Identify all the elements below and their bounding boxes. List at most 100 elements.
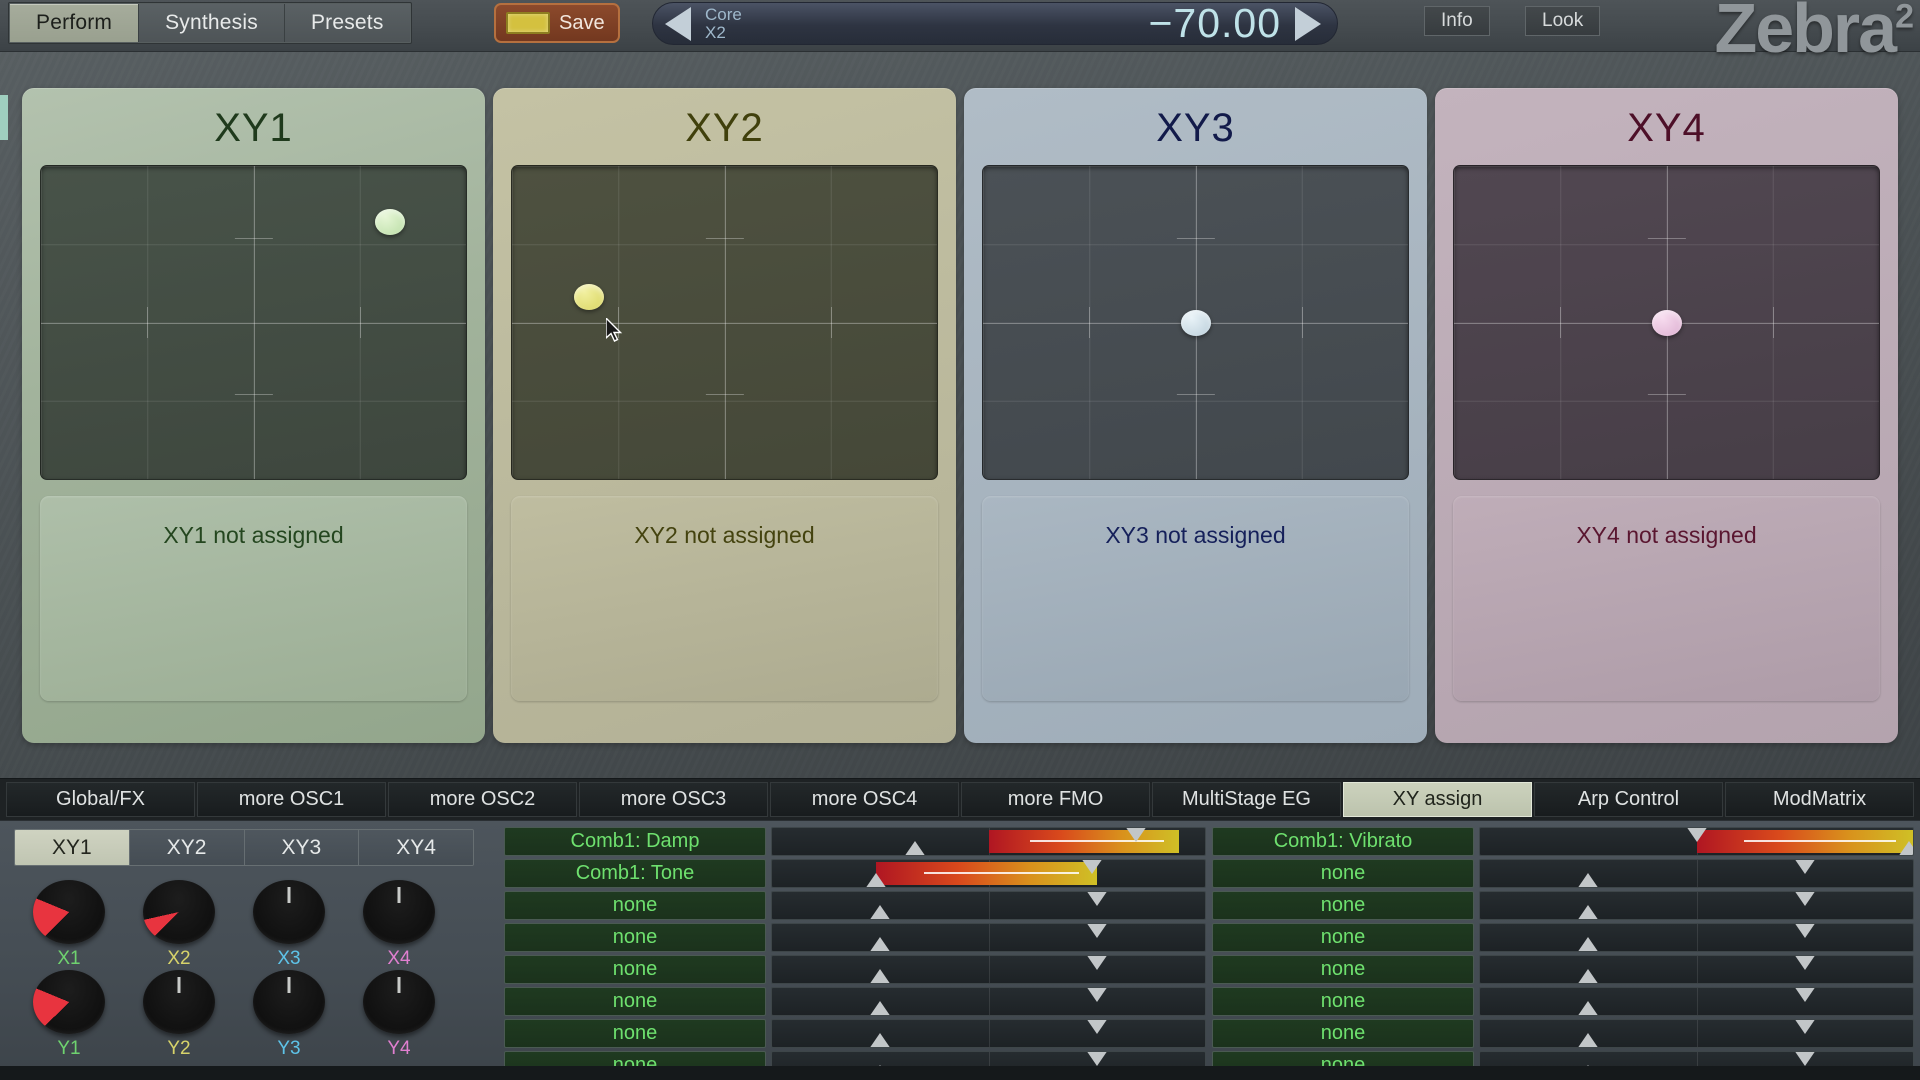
- xy-ball-handle[interactable]: [1651, 309, 1682, 336]
- sub-tab-more-osc4[interactable]: more OSC4: [770, 782, 959, 817]
- knob-x4[interactable]: [363, 880, 435, 944]
- xy-pad-3[interactable]: [982, 165, 1409, 480]
- knob-y1[interactable]: [33, 970, 105, 1034]
- knob-x2[interactable]: [143, 880, 215, 944]
- mod-max-handle[interactable]: [1085, 924, 1108, 938]
- xy-ball-handle[interactable]: [1180, 309, 1211, 336]
- mod-max-handle[interactable]: [1124, 828, 1147, 842]
- mod-target-select[interactable]: none: [1212, 891, 1474, 920]
- mod-max-handle[interactable]: [1685, 828, 1708, 842]
- mod-range-slider[interactable]: [771, 1019, 1206, 1048]
- xy-assign-display[interactable]: XY1 not assigned: [40, 496, 467, 701]
- mod-range-slider[interactable]: [771, 987, 1206, 1016]
- mod-target-select[interactable]: none: [1212, 987, 1474, 1016]
- mod-target-select[interactable]: none: [504, 923, 766, 952]
- mod-target-select[interactable]: none: [504, 1019, 766, 1048]
- xy-pad-1[interactable]: [40, 165, 467, 480]
- xy-selector-xy1[interactable]: XY1: [15, 830, 130, 865]
- mod-min-handle[interactable]: [1897, 841, 1913, 855]
- main-tab-perform[interactable]: Perform: [10, 4, 140, 42]
- mod-range-slider[interactable]: [1479, 923, 1914, 952]
- mod-max-handle[interactable]: [1793, 1020, 1816, 1034]
- mod-target-select[interactable]: none: [504, 891, 766, 920]
- sub-tab-more-osc2[interactable]: more OSC2: [388, 782, 577, 817]
- mod-max-handle[interactable]: [1793, 1052, 1816, 1066]
- main-tab-synthesis[interactable]: Synthesis: [139, 4, 285, 42]
- triangle-left-icon[interactable]: [665, 6, 691, 41]
- mod-range-slider[interactable]: [771, 955, 1206, 984]
- mod-max-handle[interactable]: [1793, 956, 1816, 970]
- sub-tab-multistage-eg[interactable]: MultiStage EG: [1152, 782, 1341, 817]
- mod-min-handle[interactable]: [864, 873, 887, 887]
- mod-range-slider[interactable]: [771, 891, 1206, 920]
- knob-y3[interactable]: [253, 970, 325, 1034]
- value-strip[interactable]: Core X2 −70.00: [652, 0, 1338, 46]
- xy-assign-display[interactable]: XY2 not assigned: [511, 496, 938, 701]
- mod-max-handle[interactable]: [1793, 892, 1816, 906]
- mod-range-slider[interactable]: [771, 859, 1206, 888]
- xy-pad-2[interactable]: [511, 165, 938, 480]
- mod-min-handle[interactable]: [1577, 937, 1600, 951]
- main-tab-presets[interactable]: Presets: [284, 4, 410, 42]
- mod-max-handle[interactable]: [1085, 1020, 1108, 1034]
- knob-x1[interactable]: [33, 880, 105, 944]
- knob-x3[interactable]: [253, 880, 325, 944]
- mod-target-select[interactable]: Comb1: Tone: [504, 859, 766, 888]
- xy-selector-xy3[interactable]: XY3: [244, 830, 360, 865]
- triangle-right-icon[interactable]: [1295, 6, 1321, 41]
- mod-min-handle[interactable]: [903, 841, 926, 855]
- info-button[interactable]: Info: [1424, 6, 1490, 36]
- mod-range-slider[interactable]: [1479, 859, 1914, 888]
- mod-min-handle[interactable]: [869, 905, 892, 919]
- mod-max-handle[interactable]: [1793, 924, 1816, 938]
- mod-min-handle[interactable]: [869, 1033, 892, 1047]
- save-button[interactable]: Save: [494, 3, 620, 43]
- xy-pad-4[interactable]: [1453, 165, 1880, 480]
- sub-tab-modmatrix[interactable]: ModMatrix: [1725, 782, 1914, 817]
- xy-assign-display[interactable]: XY4 not assigned: [1453, 496, 1880, 701]
- xy-assign-display[interactable]: XY3 not assigned: [982, 496, 1409, 701]
- look-button[interactable]: Look: [1525, 6, 1601, 36]
- mod-min-handle[interactable]: [1577, 1033, 1600, 1047]
- mod-target-select[interactable]: Comb1: Vibrato: [1212, 827, 1474, 856]
- mod-target-select[interactable]: none: [504, 987, 766, 1016]
- knob-y2[interactable]: [143, 970, 215, 1034]
- mod-max-handle[interactable]: [1793, 988, 1816, 1002]
- sub-tab-arp-control[interactable]: Arp Control: [1534, 782, 1723, 817]
- mod-max-handle[interactable]: [1085, 956, 1108, 970]
- mod-min-handle[interactable]: [1577, 905, 1600, 919]
- mod-target-select[interactable]: none: [1212, 955, 1474, 984]
- mod-max-handle[interactable]: [1085, 988, 1108, 1002]
- mod-min-handle[interactable]: [1577, 1001, 1600, 1015]
- xy-ball-handle[interactable]: [374, 209, 405, 236]
- mod-target-select[interactable]: none: [1212, 923, 1474, 952]
- mod-range-slider[interactable]: [1479, 987, 1914, 1016]
- mod-range-slider[interactable]: [771, 923, 1206, 952]
- mod-target-select[interactable]: none: [504, 955, 766, 984]
- sub-tab-more-osc3[interactable]: more OSC3: [579, 782, 768, 817]
- sub-tab-global-fx[interactable]: Global/FX: [6, 782, 195, 817]
- mod-range-slider[interactable]: [1479, 955, 1914, 984]
- mod-range-slider[interactable]: [1479, 891, 1914, 920]
- xy-selector-xy4[interactable]: XY4: [359, 830, 473, 865]
- mod-range-slider[interactable]: [1479, 827, 1914, 856]
- mod-min-handle[interactable]: [869, 937, 892, 951]
- mod-max-handle[interactable]: [1793, 860, 1816, 874]
- mod-max-handle[interactable]: [1085, 892, 1108, 906]
- xy-selector-xy2[interactable]: XY2: [129, 830, 245, 865]
- knob-y4[interactable]: [363, 970, 435, 1034]
- mod-range-slider[interactable]: [771, 827, 1206, 856]
- mod-min-handle[interactable]: [1577, 969, 1600, 983]
- sub-tab-xy-assign[interactable]: XY assign: [1343, 782, 1532, 817]
- mod-target-select[interactable]: none: [1212, 1019, 1474, 1048]
- mod-target-select[interactable]: Comb1: Damp: [504, 827, 766, 856]
- mod-max-handle[interactable]: [1085, 1052, 1108, 1066]
- mod-max-handle[interactable]: [1081, 860, 1104, 874]
- mod-min-handle[interactable]: [1577, 873, 1600, 887]
- sub-tab-more-fmo[interactable]: more FMO: [961, 782, 1150, 817]
- xy-ball-handle[interactable]: [573, 284, 604, 311]
- mod-target-select[interactable]: none: [1212, 859, 1474, 888]
- mod-min-handle[interactable]: [869, 1001, 892, 1015]
- mod-range-slider[interactable]: [1479, 1019, 1914, 1048]
- sub-tab-more-osc1[interactable]: more OSC1: [197, 782, 386, 817]
